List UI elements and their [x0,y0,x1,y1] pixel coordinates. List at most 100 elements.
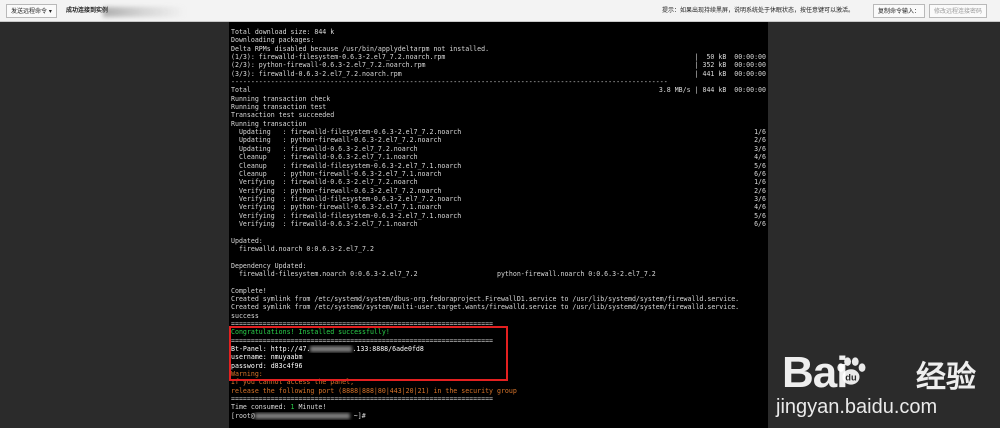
terminal-line: Cleanup : firewalld-filesystem-0.6.3-2.e… [231,162,766,170]
terminal-line-right: 2/6 [754,186,766,195]
terminal-line: (2/3): python-firewall-0.6.3-2.el7_7.2.n… [231,61,766,69]
terminal-line: Transaction test succeeded [231,111,766,119]
terminal-line-text: ========================================… [231,336,494,345]
terminal-line-text: (1/3): firewalld-filesystem-0.6.3-2.el7_… [231,53,446,62]
terminal-line: If you cannot access the panel, [231,378,766,386]
terminal-line: Verifying : python-firewall-0.6.3-2.el7_… [231,203,766,211]
redacted-text [310,346,353,353]
terminal-line: Delta RPMs disabled because /usr/bin/app… [231,45,766,53]
terminal-line-right: 5/6 [754,211,766,220]
terminal-line-right: 1/6 [754,178,766,187]
terminal-line: ========================================… [231,337,766,345]
terminal-line-text: Cleanup : firewalld-filesystem-0.6.3-2.e… [231,161,462,170]
terminal-line-text: firewalld.noarch 0:0.6.3-2.el7_7.2 [231,244,374,253]
connection-status: 成功连接到实例 [66,7,109,14]
terminal-line-right: 3.8 MB/s | 844 kB 00:00:00 [658,86,766,95]
terminal-line-text: ========================================… [231,320,494,329]
terminal-line-text: Verifying : firewalld-filesystem-0.6.3-2… [231,211,462,220]
terminal-line: Cleanup : firewalld-0.6.3-2.el7_7.1.noar… [231,153,766,161]
paw-icon: du [837,357,866,385]
watermark-url: jingyan.baidu.com [776,396,938,418]
terminal-line-text: Cleanup : python-firewall-0.6.3-2.el7_7.… [231,169,442,178]
terminal-line: Cleanup : python-firewall-0.6.3-2.el7_7.… [231,170,766,178]
terminal-line-right: 1/6 [754,128,766,137]
terminal-line-text: ========================================… [231,395,494,404]
terminal-line: Running transaction [231,120,766,128]
terminal-line-text: .133:8888/6ade0fd8 [352,345,424,354]
terminal-line-right: 5/6 [754,161,766,170]
terminal-line-text: Verifying : firewalld-filesystem-0.6.3-2… [231,194,462,203]
terminal-line-text: Time consumed: [231,403,291,412]
terminal-line: Updated: [231,237,766,245]
watermark-brand-cn: 经验 [916,360,976,395]
terminal-line: Verifying : python-firewall-0.6.3-2.el7_… [231,187,766,195]
terminal-line-right: 2/6 [754,136,766,145]
terminal-line-text: Cleanup : firewalld-0.6.3-2.el7_7.1.noar… [231,153,418,162]
redacted-text [254,412,350,419]
terminal-line: Dependency Updated: [231,262,766,270]
terminal-line: Running transaction test [231,103,766,111]
terminal-window[interactable]: Total download size: 844 k Downloading pa… [229,22,768,428]
terminal-line-right: 4/6 [754,153,766,162]
baidu-jingyan-watermark: Bai du 经验 jingyan.baidu.com [770,320,998,428]
terminal-line-text: (3/3): firewalld-0.6.3-2.el7_7.2.noarch.… [231,69,402,78]
terminal-line-text: Total download size: 844 k [231,28,335,36]
terminal-line-text: password: d83c4f96 [231,361,303,370]
terminal-line: Updating : python-firewall-0.6.3-2.el7_7… [231,136,766,144]
terminal-line: Total 3.8 MB/s | 844 kB 00:00:00 [231,86,766,94]
terminal-line: Updating : firewalld-filesystem-0.6.3-2.… [231,128,766,136]
terminal-line-right: | 441 kB 00:00:00 [694,69,766,78]
terminal-line: Total download size: 844 k [231,28,766,36]
terminal-line: firewalld.noarch 0:0.6.3-2.el7_7.2 [231,245,766,253]
terminal-line-text: username: nmuyaabm [231,353,303,362]
terminal-line-text: Delta RPMs disabled because /usr/bin/app… [231,44,490,53]
terminal-line-text: Verifying : python-firewall-0.6.3-2.el7_… [231,203,442,212]
terminal-line: Complete! [231,287,766,295]
terminal-line-text: Transaction test succeeded [231,111,335,120]
terminal-line: release the following port (8888|888|80|… [231,387,766,395]
terminal-line-text: Complete! [231,286,267,295]
terminal-line-text: Minute! [294,403,327,412]
terminal-line-text: Congratulations! Installed successfully! [231,328,390,337]
terminal-line: ========================================… [231,320,766,328]
terminal-line-text: Running transaction [231,119,307,128]
terminal-line-text: Verifying : firewalld-0.6.3-2.el7_7.2.no… [231,178,418,187]
terminal-line-right: | 50 kB 00:00:00 [694,53,766,62]
terminal-line-text: Running transaction check [231,94,331,103]
terminal-line-right: 6/6 [754,219,766,228]
terminal-line-text: Warning: [231,370,263,379]
terminal-line: Verifying : firewalld-0.6.3-2.el7_7.1.no… [231,220,766,228]
hint-text: 提示：如果出现持续黑屏，说明系统处于休眠状态，按任意键可以激活。 [662,7,855,14]
modify-password-button[interactable]: 修改远程连接密码 [929,4,988,18]
terminal-line-text: release the following port (8888|888|80|… [231,386,517,395]
terminal-line-text: Total [231,86,251,95]
terminal-line: Downloading packages: [231,36,766,44]
terminal-line: [root@ ~]# [231,412,766,420]
terminal-line-text: (2/3): python-firewall-0.6.3-2.el7_7.2.n… [231,61,426,70]
terminal-line-text: Downloading packages: [231,36,315,45]
terminal-line-right: 6/6 [754,169,766,178]
terminal-line-text: success [231,311,259,320]
terminal-line-text: Updating : firewalld-0.6.3-2.el7_7.2.noa… [231,144,418,153]
terminal-line-text: Updating : firewalld-filesystem-0.6.3-2.… [231,128,462,137]
terminal-line: Created symlink from /etc/systemd/system… [231,295,766,303]
terminal-line: Congratulations! Installed successfully! [231,328,766,336]
terminal-line-text: Created symlink from /etc/systemd/system… [231,303,740,312]
terminal-line-text: ~]# [349,411,370,420]
send-remote-command-button[interactable]: 发送远程命令 ▾ [6,4,57,18]
terminal-line-text: Created symlink from /etc/systemd/system… [231,295,740,303]
terminal-line-text: firewalld-filesystem.noarch 0:0.6.3-2.el… [231,269,656,278]
terminal-line: password: d83c4f96 [231,362,766,370]
terminal-line-text: Verifying : firewalld-0.6.3-2.el7_7.1.no… [231,219,418,228]
terminal-line: Running transaction check [231,95,766,103]
terminal-line-text: If you cannot access the panel, [231,378,355,387]
terminal-line: (3/3): firewalld-0.6.3-2.el7_7.2.noarch.… [231,70,766,78]
terminal-line: Bt-Panel: http://47. .133:8888/6ade0fd8 [231,345,766,353]
terminal-line: Verifying : firewalld-filesystem-0.6.3-2… [231,195,766,203]
terminal-line: Verifying : firewalld-filesystem-0.6.3-2… [231,212,766,220]
terminal-line-text: Running transaction test [231,103,327,112]
copy-command-input-button[interactable]: 复制命令输入： [873,4,926,18]
